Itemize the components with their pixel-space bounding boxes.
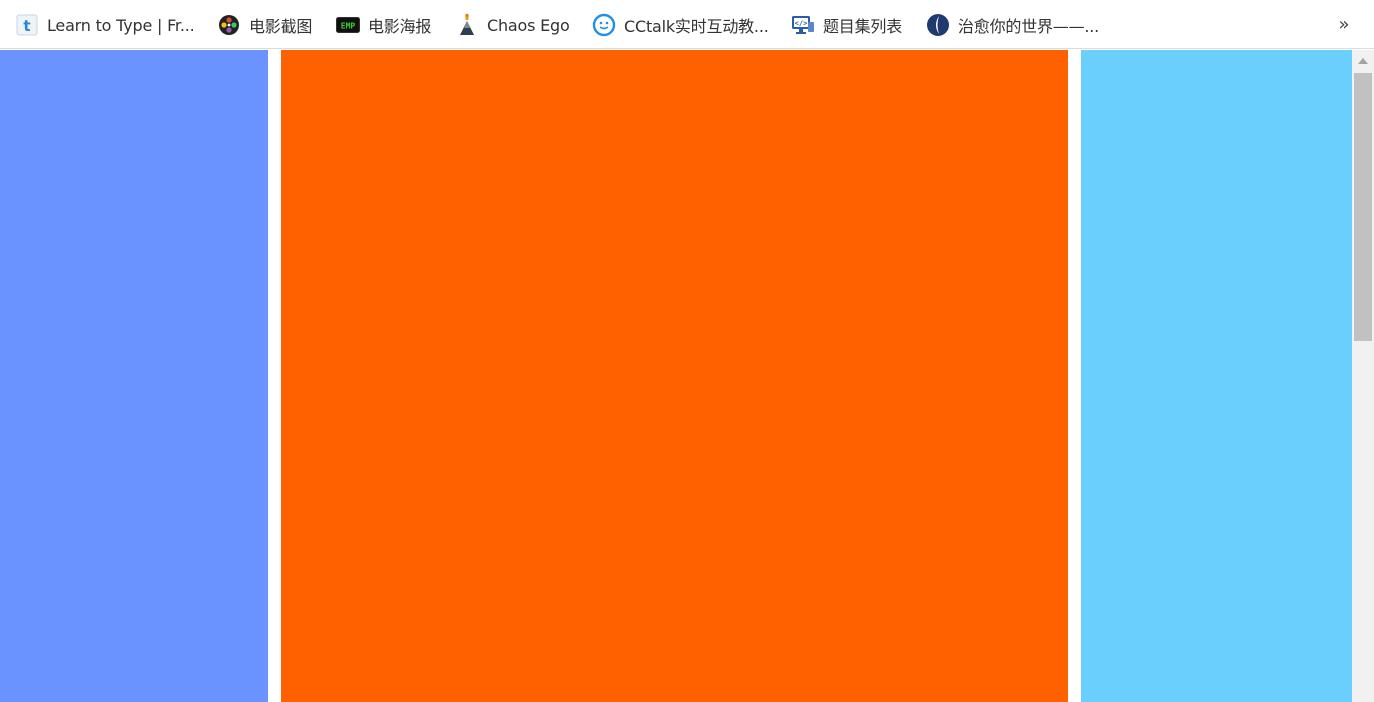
- moon-logo-icon: [926, 13, 950, 37]
- bookmarks-bar: t Learn to Type | Fr... 电影截图 EMP 电影海报 Ch…: [0, 0, 1374, 49]
- bookmark-label: Chaos Ego: [487, 15, 570, 35]
- bookmark-label: 电影截图: [249, 17, 313, 36]
- bookmark-movie-posters[interactable]: EMP 电影海报: [336, 10, 431, 40]
- bookmark-label: 电影海报: [368, 17, 432, 36]
- scrollbar-thumb[interactable]: [1354, 73, 1372, 341]
- left-column-block: [0, 50, 268, 702]
- svg-text:EMP: EMP: [341, 22, 356, 31]
- chaos-ego-icon: [455, 13, 479, 37]
- bookmark-healing-world[interactable]: 治愈你的世界——...: [926, 10, 1099, 40]
- emp-terminal-icon: EMP: [336, 13, 360, 37]
- bookmark-movie-screenshots[interactable]: 电影截图: [217, 10, 312, 40]
- svg-text:t: t: [23, 17, 30, 35]
- bookmark-label: Learn to Type | Fr...: [47, 15, 195, 35]
- bookmark-learn-to-type[interactable]: t Learn to Type | Fr...: [15, 10, 195, 40]
- bookmark-problem-sets[interactable]: </> 题目集列表: [791, 10, 902, 40]
- cctalk-face-icon: [592, 13, 616, 37]
- right-column-block: [1081, 50, 1352, 702]
- vertical-scrollbar[interactable]: [1352, 50, 1374, 702]
- bookmark-label: 治愈你的世界——...: [958, 17, 1100, 36]
- middle-column-block: [281, 50, 1068, 702]
- film-reel-icon: [217, 13, 241, 37]
- bookmark-label: 题目集列表: [823, 17, 903, 36]
- code-monitor-icon: </>: [791, 13, 815, 37]
- bookmark-cctalk[interactable]: CCtalk实时互动教...: [592, 10, 769, 40]
- svg-text:</>: </>: [795, 20, 808, 28]
- scroll-up-arrow-icon[interactable]: [1352, 50, 1374, 72]
- bookmarks-overflow-chevron-icon[interactable]: »: [1333, 11, 1355, 37]
- page-viewport: [0, 50, 1352, 702]
- typing-t-icon: t: [15, 13, 39, 37]
- bookmark-label: CCtalk实时互动教...: [624, 17, 769, 36]
- bookmark-chaos-ego[interactable]: Chaos Ego: [455, 10, 570, 40]
